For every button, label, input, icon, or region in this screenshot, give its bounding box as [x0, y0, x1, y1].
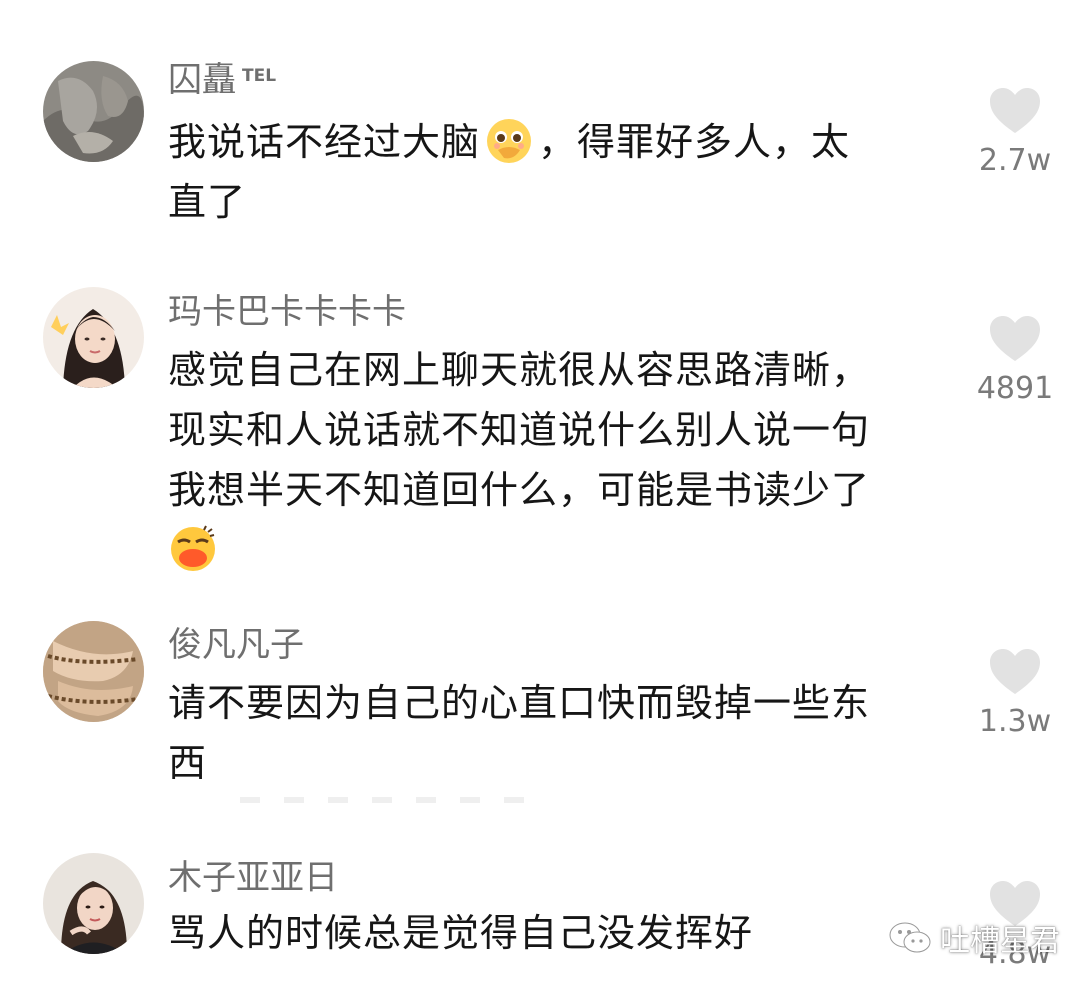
- like-count: 1.3w: [978, 704, 1052, 739]
- username[interactable]: 木子亚亚日: [168, 858, 338, 898]
- divider: [240, 797, 540, 803]
- like-button[interactable]: 4891: [960, 315, 1070, 406]
- wechat-icon: [889, 922, 931, 953]
- heart-icon[interactable]: [988, 648, 1042, 696]
- username-text[interactable]: 囚矗: [168, 60, 236, 100]
- avatar[interactable]: [43, 621, 144, 722]
- avatar[interactable]: [43, 853, 144, 954]
- comment-line: 我想半天不知道回什么，可能是书读少了: [168, 468, 871, 512]
- comment-line: 请不要因为自己的心直口快而毁掉一些东: [168, 681, 871, 725]
- tel-badge: TEL: [242, 66, 277, 86]
- like-button[interactable]: 2.7w: [960, 87, 1070, 178]
- username[interactable]: 囚矗 TEL: [168, 60, 276, 100]
- comment-text: 感觉自己在网上聊天就很从容思路清晰， 现实和人说话就不知道说什么别人说一句 我想…: [168, 340, 928, 580]
- username[interactable]: 玛卡巴卡卡卡卡: [168, 292, 406, 332]
- comment-line: 直了: [168, 180, 247, 224]
- comment-text-segment: 我说话不经过大脑: [168, 120, 481, 164]
- heart-icon[interactable]: [988, 87, 1042, 135]
- comment-text: 请不要因为自己的心直口快而毁掉一些东 西: [168, 673, 928, 793]
- embarrassed-face-emoji-icon: [168, 524, 218, 574]
- comment-text: 我说话不经过大脑 ，得罪好多人，太 直了: [168, 112, 928, 232]
- comment-text-segment: ，得罪好多人，太: [538, 120, 851, 164]
- avatar[interactable]: [43, 61, 144, 162]
- like-count: 2.7w: [978, 143, 1052, 178]
- comment-line: 西: [168, 741, 208, 785]
- comment-line: 我说话不经过大脑 ，得罪好多人，太: [168, 112, 928, 172]
- comment-line: 感觉自己在网上聊天就很从容思路清晰，: [168, 348, 871, 392]
- comment-line: 现实和人说话就不知道说什么别人说一句: [168, 408, 871, 452]
- comment-line: 骂人的时候总是觉得自己没发挥好: [168, 911, 754, 955]
- watermark: 吐槽星君: [888, 918, 1060, 959]
- like-button[interactable]: 1.3w: [960, 648, 1070, 739]
- like-count: 4891: [976, 371, 1054, 406]
- pleading-face-emoji-icon: [484, 116, 534, 166]
- username[interactable]: 俊凡凡子: [168, 625, 304, 665]
- comment-list: 囚矗 TEL 我说话不经过大脑 ，得罪好多人，太 直了 2.7w 玛卡巴卡卡卡卡…: [0, 0, 1080, 986]
- comment-text: 骂人的时候总是觉得自己没发挥好: [168, 903, 928, 963]
- comment-line: [168, 520, 928, 580]
- heart-icon[interactable]: [988, 315, 1042, 363]
- avatar[interactable]: [43, 287, 144, 388]
- watermark-text: 吐槽星君: [940, 924, 1060, 959]
